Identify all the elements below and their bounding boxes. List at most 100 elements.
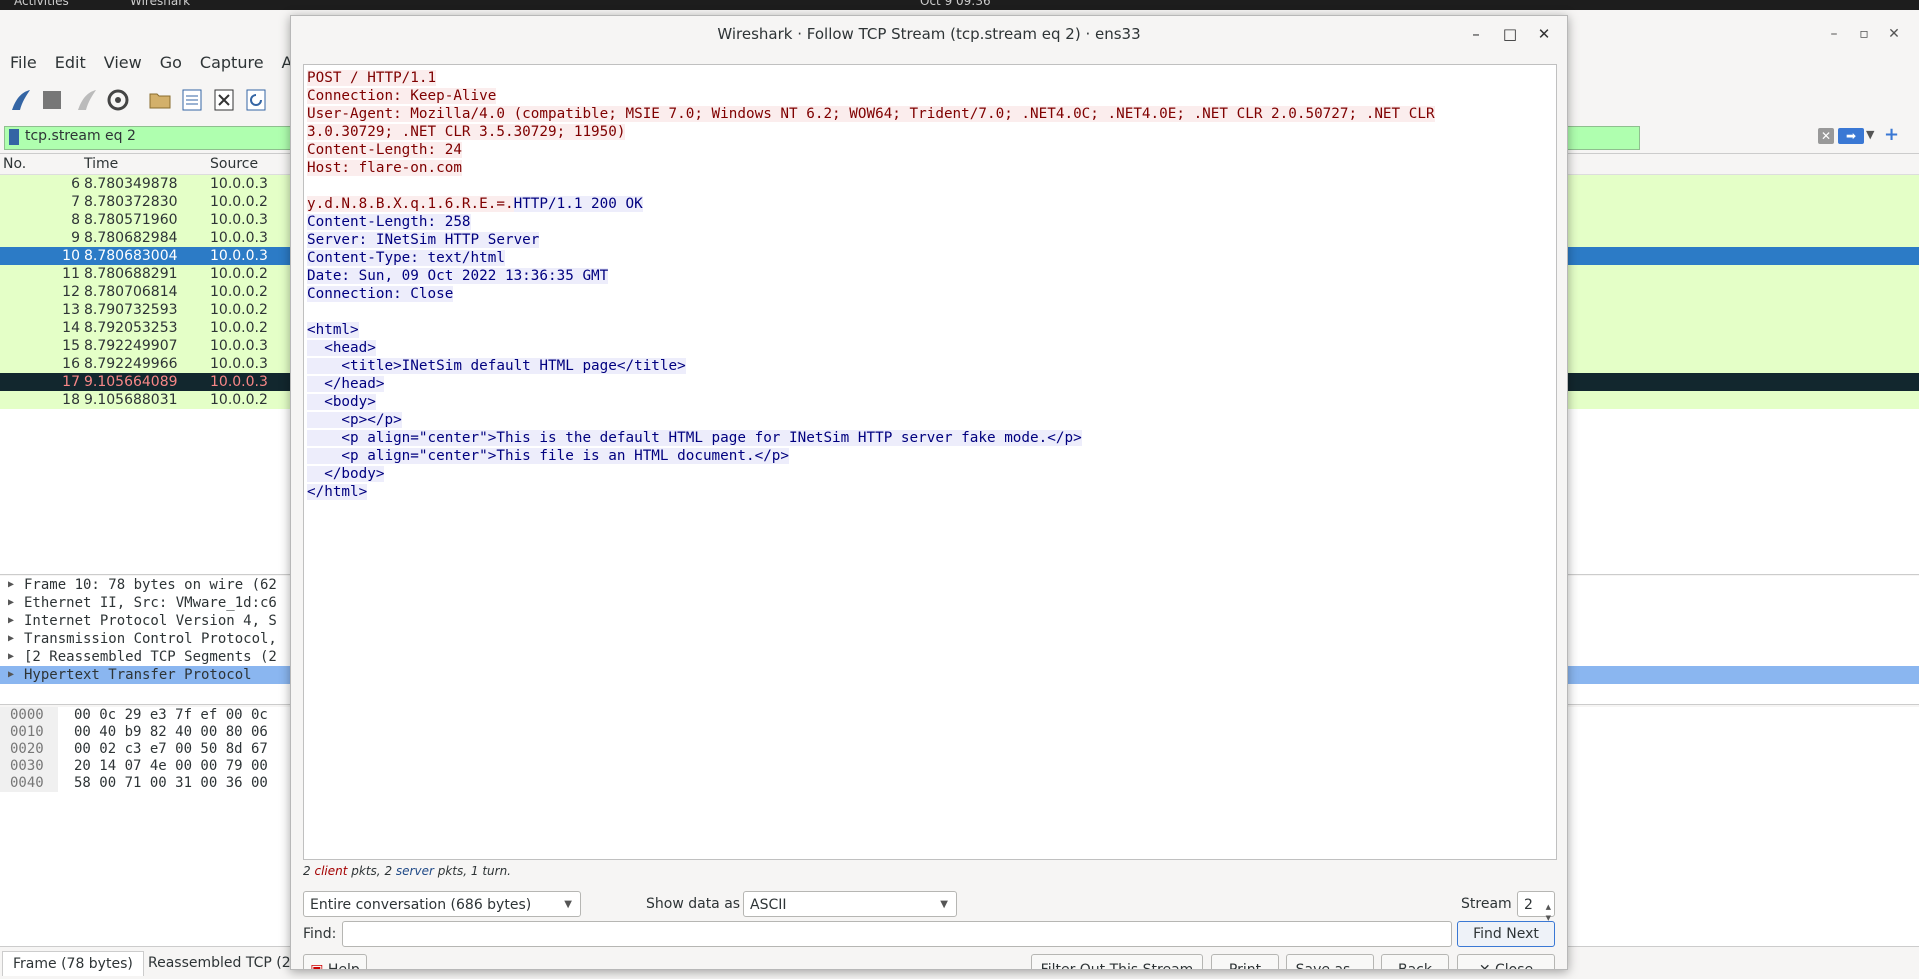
detail-label: Frame 10: 78 bytes on wire (62 <box>24 577 277 593</box>
packet-source: 10.0.0.2 <box>210 266 268 282</box>
packet-time: 8.792249966 <box>84 356 178 372</box>
hex-bytes: 58 00 71 00 31 00 36 00 <box>74 775 268 791</box>
hex-offset: 0040 <box>0 775 58 792</box>
packet-time: 8.792249907 <box>84 338 178 354</box>
close-icon[interactable]: ✕ <box>1527 20 1561 48</box>
column-no[interactable]: No. <box>3 156 26 172</box>
column-source[interactable]: Source <box>210 156 258 172</box>
menu-capture[interactable]: Capture <box>190 50 272 76</box>
packet-source: 10.0.0.3 <box>210 230 268 246</box>
packet-time: 8.780372830 <box>84 194 178 210</box>
stop-capture-icon[interactable] <box>40 88 64 112</box>
detail-label: Ethernet II, Src: VMware_1d:c6 <box>24 595 277 611</box>
show-data-select[interactable]: ASCII ▼ <box>743 891 957 917</box>
server-line: Content-Length: 258 <box>307 214 471 230</box>
follow-tcp-stream-dialog: Wireshark · Follow TCP Stream (tcp.strea… <box>290 15 1568 970</box>
menu-file[interactable]: File <box>0 50 45 76</box>
clear-filter-icon[interactable]: ✕ <box>1818 128 1834 144</box>
find-input[interactable] <box>342 921 1452 947</box>
maximize-icon[interactable]: □ <box>1493 20 1527 48</box>
reload-file-icon[interactable] <box>244 88 268 112</box>
display-filter-input[interactable]: tcp.stream eq 2 <box>25 128 136 144</box>
minimize-icon[interactable]: – <box>1819 26 1849 42</box>
detail-label: Hypertext Transfer Protocol <box>24 667 252 683</box>
conversation-select[interactable]: Entire conversation (686 bytes) ▼ <box>303 891 581 917</box>
server-word: server <box>395 864 434 878</box>
find-next-button[interactable]: Find Next <box>1457 921 1555 947</box>
close-icon: ✕ <box>1478 962 1491 970</box>
capture-options-icon[interactable] <box>106 88 130 112</box>
detail-label: [2 Reassembled TCP Segments (2 <box>24 649 277 665</box>
expand-triangle-icon[interactable]: ▶ <box>8 666 14 684</box>
app-menu-label[interactable]: Wireshark <box>130 0 190 8</box>
filter-history-chevron-icon[interactable]: ▼ <box>1866 128 1874 141</box>
stream-label: Stream <box>1461 896 1512 912</box>
close-file-icon[interactable] <box>212 88 236 112</box>
server-line: </body> <box>307 466 385 482</box>
menu-edit[interactable]: Edit <box>45 50 94 76</box>
server-line: Connection: Close <box>307 286 454 302</box>
conversation-value: Entire conversation (686 bytes) <box>310 897 532 913</box>
packet-no: 11 <box>62 266 80 282</box>
packet-time: 8.780688291 <box>84 266 178 282</box>
packet-no: 13 <box>62 302 80 318</box>
expand-triangle-icon[interactable]: ▶ <box>8 612 14 630</box>
stream-content-text[interactable]: POST / HTTP/1.1 Connection: Keep-Alive U… <box>303 64 1557 860</box>
packet-time: 8.780683004 <box>84 248 178 264</box>
detail-label: Internet Protocol Version 4, S <box>24 613 277 629</box>
server-line: </html> <box>307 484 368 500</box>
packet-time: 8.792053253 <box>84 320 178 336</box>
column-time[interactable]: Time <box>84 156 118 172</box>
open-file-icon[interactable] <box>148 88 172 112</box>
tab-reassembled-tcp[interactable]: Reassembled TCP (27 <box>138 951 310 975</box>
expand-triangle-icon[interactable]: ▶ <box>8 594 14 612</box>
chevron-down-icon: ▼ <box>940 899 948 910</box>
hex-bytes: 00 40 b9 82 40 00 80 06 <box>74 724 268 740</box>
show-data-label: Show data as <box>646 896 741 912</box>
menu-go[interactable]: Go <box>150 50 190 76</box>
add-filter-button-icon[interactable]: + <box>1884 124 1899 145</box>
maximize-icon[interactable]: ▫ <box>1849 26 1879 42</box>
save-file-icon[interactable] <box>180 88 204 112</box>
server-line: <body> <box>307 394 376 410</box>
packet-source: 10.0.0.3 <box>210 374 268 390</box>
find-label: Find: <box>303 926 337 942</box>
server-line: Content-Type: text/html <box>307 250 505 266</box>
menu-view[interactable]: View <box>94 50 150 76</box>
packet-source: 10.0.0.3 <box>210 176 268 192</box>
chevron-down-icon: ▼ <box>564 899 572 910</box>
dialog-window-controls: – □ ✕ <box>1459 20 1561 48</box>
packet-source: 10.0.0.3 <box>210 212 268 228</box>
start-capture-icon[interactable] <box>8 88 32 112</box>
expand-triangle-icon[interactable]: ▶ <box>8 576 14 594</box>
help-icon: ▣ <box>310 962 324 970</box>
client-line: Host: flare-on.com <box>307 160 462 176</box>
packet-no: 17 <box>62 374 80 390</box>
activities-label[interactable]: Activities <box>14 0 69 8</box>
hex-offset: 0030 <box>0 758 58 775</box>
expand-triangle-icon[interactable]: ▶ <box>8 630 14 648</box>
server-packet-count: 2 <box>384 864 393 878</box>
stream-number-spinner[interactable]: 2 ▲ ▼ <box>1517 891 1555 922</box>
server-line: Date: Sun, 09 Oct 2022 13:36:35 GMT <box>307 268 609 284</box>
minimize-icon[interactable]: – <box>1459 20 1493 48</box>
packet-no: 16 <box>62 356 80 372</box>
apply-filter-icon[interactable]: ➡ <box>1838 128 1864 144</box>
tab-frame[interactable]: Frame (78 bytes) <box>2 951 144 976</box>
packet-no: 14 <box>62 320 80 336</box>
summary-text: pkts, <box>351 864 381 878</box>
restart-capture-icon[interactable] <box>74 88 98 112</box>
bookmark-icon[interactable] <box>9 129 19 145</box>
gnome-top-bar: Activities Wireshark Oct 9 09:36 <box>0 0 1919 10</box>
server-line: </head> <box>307 376 385 392</box>
server-line: <p></p> <box>307 412 402 428</box>
server-line: <head> <box>307 340 376 356</box>
clock-label[interactable]: Oct 9 09:36 <box>920 0 991 8</box>
close-icon[interactable]: ✕ <box>1879 26 1909 42</box>
server-status-line: HTTP/1.1 200 OK <box>513 196 643 212</box>
server-line: <html> <box>307 322 359 338</box>
client-body-line: y.d.N.8.B.X.q.1.6.R.E.=. <box>307 196 514 212</box>
server-line: <p align="center">This is the default HT… <box>307 430 1082 446</box>
expand-triangle-icon[interactable]: ▶ <box>8 648 14 666</box>
hex-bytes: 00 02 c3 e7 00 50 8d 67 <box>74 741 268 757</box>
